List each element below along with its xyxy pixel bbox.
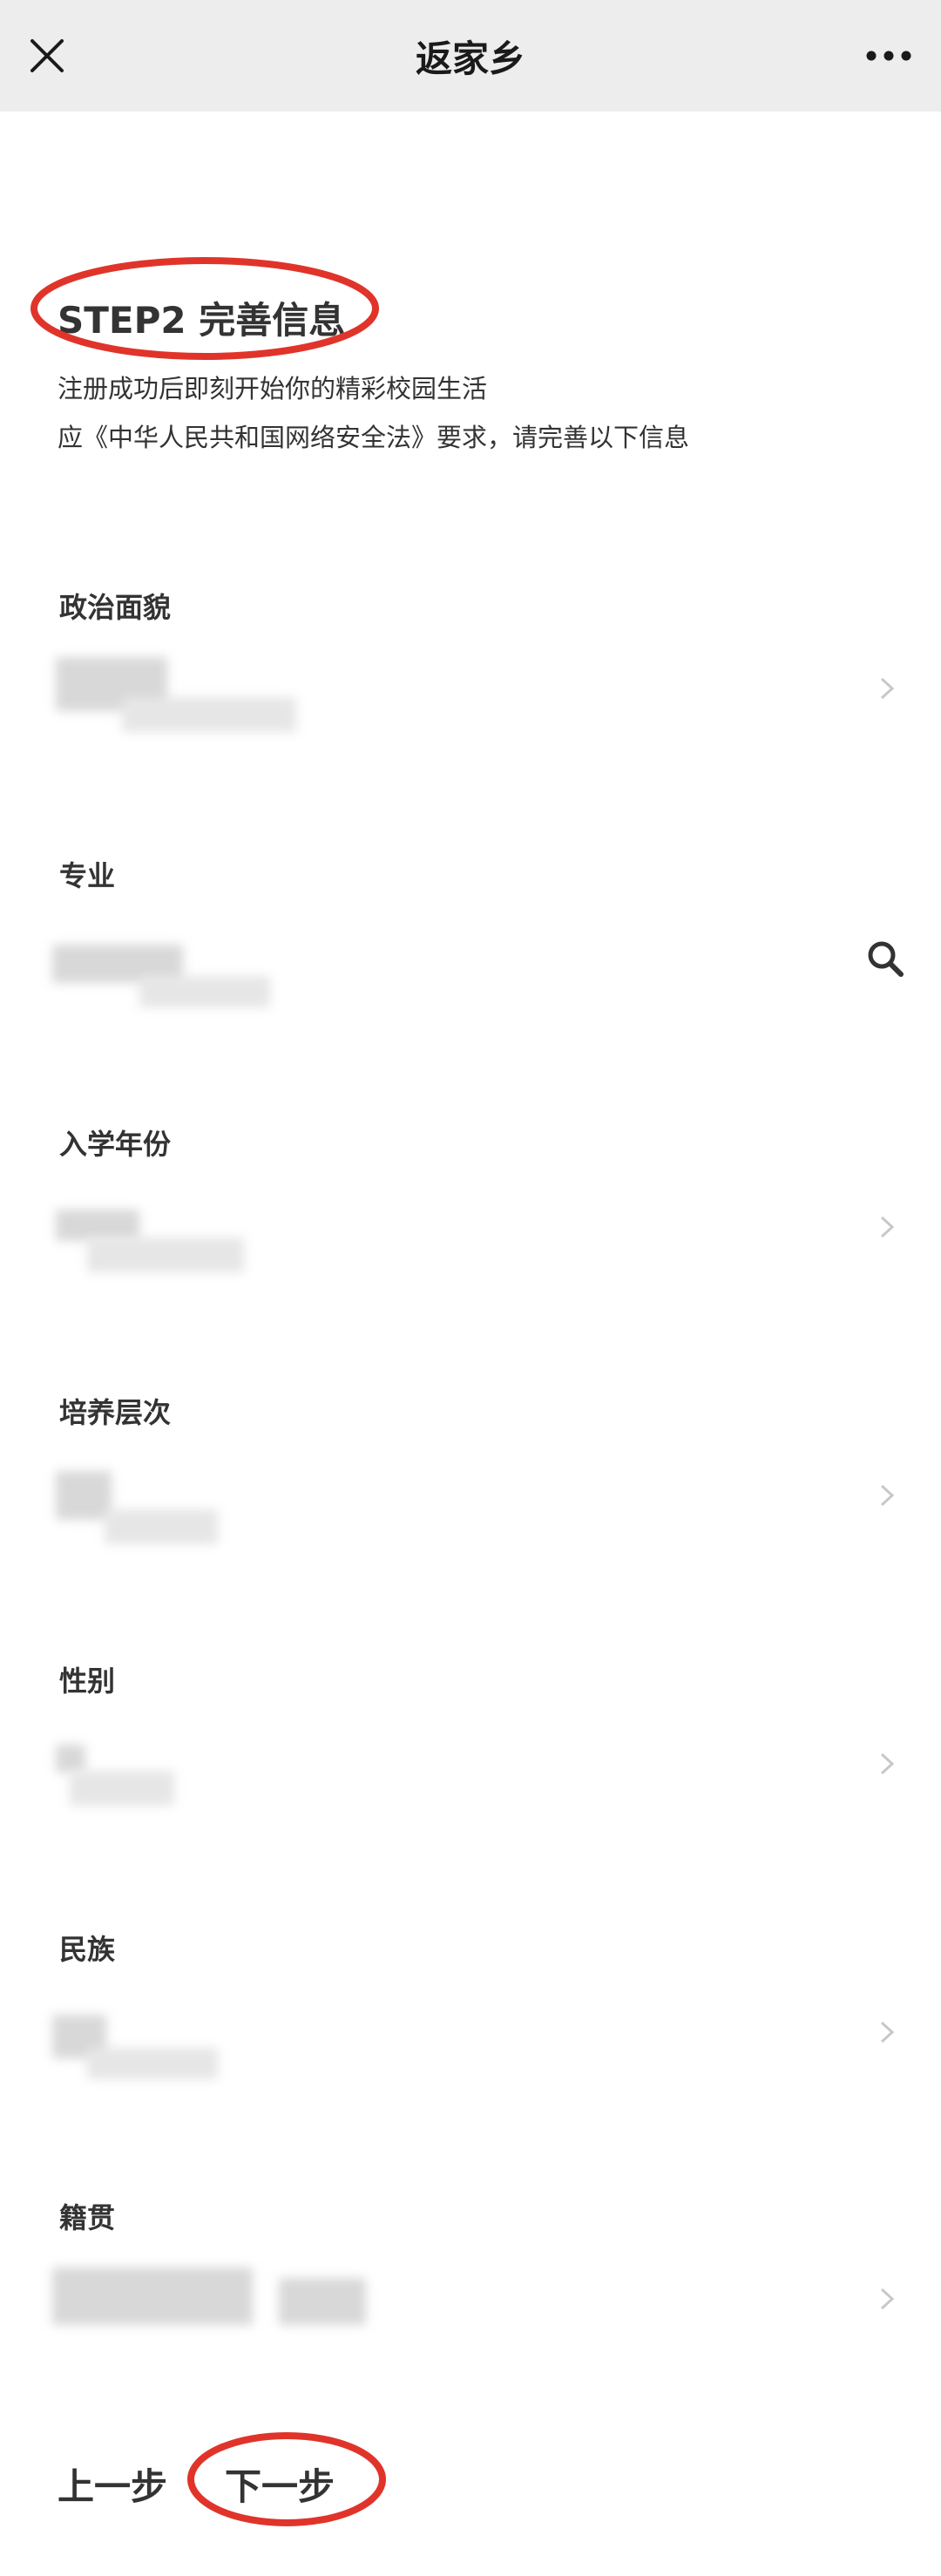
- close-button[interactable]: [21, 24, 73, 87]
- chevron-right-icon: [880, 1752, 895, 1775]
- redacted-value: [105, 1509, 218, 1544]
- field-label-major: 专业: [59, 859, 116, 892]
- redacted-value: [139, 976, 270, 1007]
- field-label-education-level: 培养层次: [59, 1396, 172, 1429]
- redacted-value: [87, 1237, 244, 1272]
- step-notice: 应《中华人民共和国网络安全法》要求，请完善以下信息: [58, 423, 690, 452]
- redacted-value: [87, 2048, 218, 2079]
- redacted-value: [122, 697, 296, 732]
- step-title: STEP2 完善信息: [58, 299, 346, 342]
- political-status-select[interactable]: [0, 647, 941, 732]
- more-button[interactable]: [857, 24, 920, 87]
- previous-step-button[interactable]: 上一步: [58, 2457, 167, 2511]
- field-label-hometown: 籍贯: [59, 2201, 116, 2234]
- enrollment-year-select[interactable]: [0, 1185, 941, 1272]
- chevron-right-icon: [880, 677, 895, 700]
- navigation-bar: 返家乡: [0, 0, 941, 112]
- search-icon: [868, 941, 904, 977]
- step-subtitle: 注册成功后即刻开始你的精彩校园生活: [58, 374, 488, 403]
- redacted-value: [70, 1771, 174, 1806]
- more-dots-icon: [866, 51, 911, 61]
- redacted-value: [56, 1745, 85, 1773]
- field-label-ethnicity: 民族: [59, 1933, 116, 1966]
- education-level-select[interactable]: [0, 1454, 941, 1544]
- redacted-value: [56, 1210, 139, 1241]
- field-label-gender: 性别: [59, 1664, 116, 1698]
- hometown-select[interactable]: [0, 2257, 941, 2341]
- ethnicity-select[interactable]: [0, 1990, 941, 2079]
- chevron-right-icon: [880, 2021, 895, 2044]
- gender-select[interactable]: [0, 1722, 941, 1806]
- chevron-right-icon: [880, 1216, 895, 1238]
- next-step-button[interactable]: 下一步: [225, 2457, 335, 2511]
- field-label-political-status: 政治面貌: [59, 591, 172, 624]
- close-icon: [30, 39, 64, 72]
- chevron-right-icon: [880, 1484, 895, 1507]
- field-label-enrollment-year: 入学年份: [59, 1128, 172, 1161]
- chevron-right-icon: [880, 2288, 895, 2310]
- major-search-field[interactable]: [0, 919, 941, 1007]
- redacted-value: [279, 2278, 366, 2325]
- redacted-value: [56, 1471, 112, 1520]
- page-title: 返家乡: [415, 37, 525, 80]
- redacted-value: [52, 2268, 253, 2325]
